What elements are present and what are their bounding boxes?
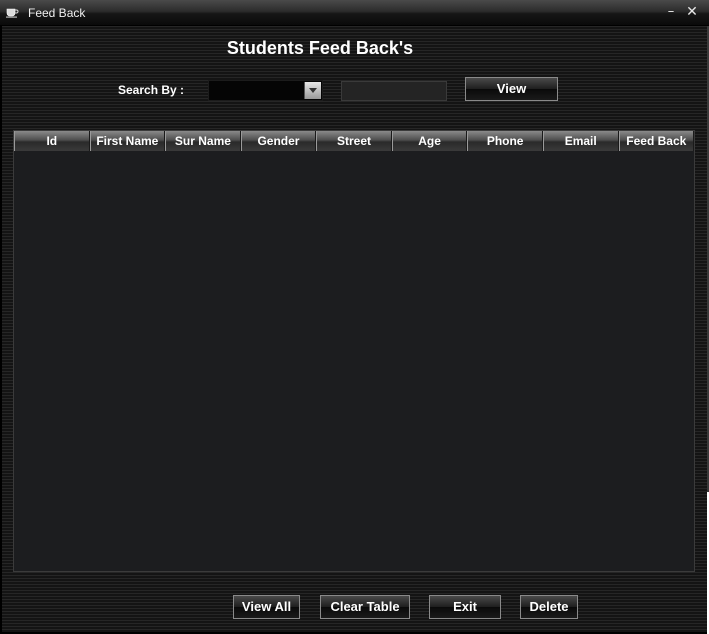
coffee-cup-icon — [6, 8, 19, 18]
column-header-sur-name[interactable]: Sur Name — [165, 131, 241, 151]
feedback-table[interactable]: Id First Name Sur Name Gender Street Age… — [13, 130, 695, 572]
search-input[interactable] — [341, 81, 447, 101]
column-header-email[interactable]: Email — [542, 131, 619, 151]
title-bar[interactable]: Feed Back – ✕ — [0, 0, 709, 26]
column-header-street[interactable]: Street — [316, 131, 392, 151]
column-header-id[interactable]: Id — [14, 131, 90, 151]
page-title: Students Feed Back's — [226, 38, 414, 58]
search-by-label: Search By : — [118, 83, 185, 97]
table-header: Id First Name Sur Name Gender Street Age… — [14, 131, 695, 151]
chevron-down-icon[interactable] — [304, 82, 321, 99]
search-by-combobox[interactable] — [208, 80, 323, 101]
column-header-gender[interactable]: Gender — [240, 131, 317, 151]
clear-table-button[interactable]: Clear Table — [320, 595, 410, 619]
column-header-phone[interactable]: Phone — [467, 131, 543, 151]
close-button[interactable]: ✕ — [683, 3, 701, 21]
feedback-window: Feed Back – ✕ Students Feed Back's Searc… — [0, 0, 709, 634]
delete-button[interactable]: Delete — [520, 595, 578, 619]
exit-button[interactable]: Exit — [429, 595, 501, 619]
view-button[interactable]: View — [465, 77, 558, 101]
window-title: Feed Back — [28, 6, 86, 20]
minimize-button[interactable]: – — [662, 3, 680, 21]
view-all-button[interactable]: View All — [233, 595, 300, 619]
column-header-first-name[interactable]: First Name — [89, 131, 166, 151]
column-header-feed-back[interactable]: Feed Back — [618, 131, 695, 151]
table-body[interactable] — [14, 151, 694, 571]
column-header-age[interactable]: Age — [391, 131, 468, 151]
